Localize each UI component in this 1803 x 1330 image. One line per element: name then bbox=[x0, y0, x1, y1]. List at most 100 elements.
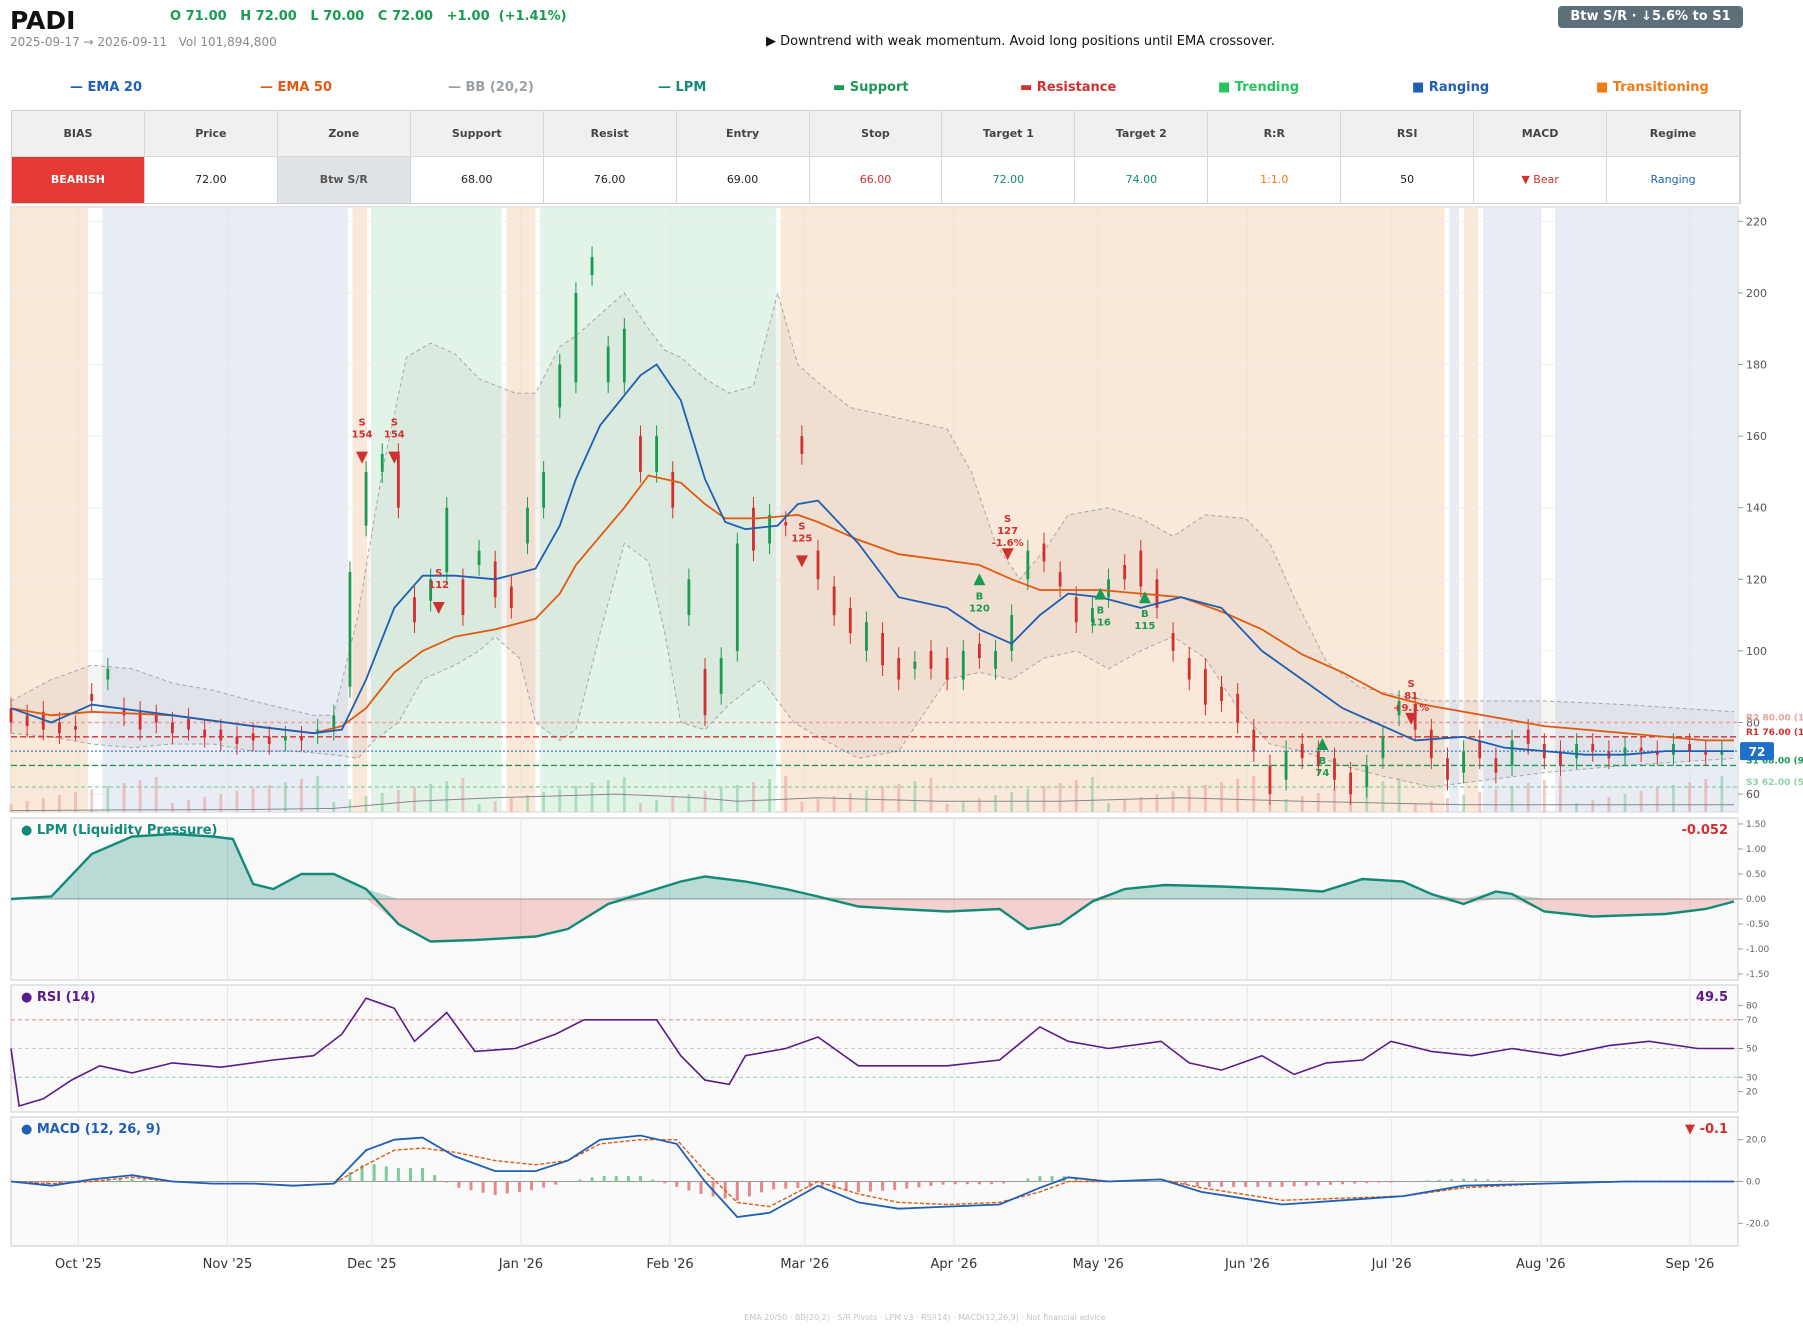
signal-label: S bbox=[1408, 679, 1415, 690]
candle-body bbox=[25, 715, 29, 727]
volume-bar bbox=[1187, 788, 1191, 812]
macd-histogram-bar bbox=[614, 1176, 618, 1182]
candle-body bbox=[477, 550, 481, 565]
x-tick-label: Nov '25 bbox=[203, 1257, 253, 1272]
macd-histogram-bar bbox=[1244, 1181, 1248, 1187]
candle-body bbox=[1026, 550, 1030, 580]
footer-note: EMA 20/50 · BB(20,2) · S/R Pivots · LPM … bbox=[744, 1313, 1106, 1322]
macd-histogram-bar bbox=[699, 1181, 703, 1194]
signal-label: B bbox=[1141, 609, 1149, 620]
candle-body bbox=[913, 661, 917, 669]
volume-bar bbox=[445, 781, 449, 812]
macd-histogram-bar bbox=[784, 1181, 788, 1189]
macd-histogram-bar bbox=[1280, 1181, 1284, 1187]
volume-bar bbox=[1397, 778, 1401, 812]
macd-histogram-bar bbox=[965, 1181, 969, 1185]
volume-bar bbox=[558, 789, 562, 812]
sr-level-label: R2 80.00 (10x) bbox=[1746, 714, 1803, 724]
y-tick-label: 160 bbox=[1746, 430, 1767, 443]
candle-body bbox=[74, 726, 77, 730]
macd-histogram-bar bbox=[372, 1164, 376, 1182]
candle-body bbox=[1268, 765, 1272, 795]
signal-value: 154 bbox=[384, 430, 405, 441]
y-tick-label: 220 bbox=[1746, 215, 1767, 228]
y-tick-label: 70 bbox=[1746, 1016, 1758, 1026]
candle-body bbox=[1510, 740, 1514, 766]
macd-histogram-bar bbox=[1389, 1181, 1393, 1183]
price-chart[interactable]: Oct '25 Nov '25 Dec '25 Jan '26 Feb '26 Mar '… bbox=[0, 0, 1803, 1310]
candle-body bbox=[219, 729, 223, 741]
volume-bar bbox=[1107, 803, 1110, 812]
volume-bar bbox=[606, 780, 610, 812]
volume-bar bbox=[1462, 795, 1466, 812]
signal-label: S bbox=[798, 521, 805, 532]
candle-body bbox=[1236, 693, 1240, 723]
volume-bar bbox=[74, 792, 77, 812]
x-tick-label: Sep '26 bbox=[1666, 1257, 1715, 1272]
macd-histogram-bar bbox=[1377, 1181, 1381, 1183]
candle-body bbox=[90, 693, 94, 702]
volume-bar bbox=[283, 782, 287, 812]
volume-bar bbox=[364, 796, 368, 812]
volume-bar bbox=[1300, 796, 1304, 812]
candle-body bbox=[768, 514, 772, 544]
candle-body bbox=[1381, 736, 1385, 759]
y-tick-label: 120 bbox=[1746, 573, 1767, 586]
macd-histogram-bar bbox=[408, 1167, 412, 1182]
macd-histogram-bar bbox=[457, 1181, 461, 1188]
y-tick-label: 0.0 bbox=[1746, 1178, 1761, 1188]
volume-bar bbox=[1510, 786, 1514, 812]
macd-histogram-bar bbox=[1002, 1181, 1006, 1184]
candle-body bbox=[348, 572, 352, 687]
volume-bar bbox=[332, 802, 336, 812]
x-tick-label: Mar '26 bbox=[780, 1257, 829, 1272]
candle-body bbox=[1107, 579, 1110, 598]
sr-level-label: S3 62.00 (5x) bbox=[1746, 778, 1803, 788]
candle-body bbox=[1284, 751, 1288, 780]
candle-body bbox=[9, 708, 13, 723]
volume-bar bbox=[655, 800, 659, 812]
y-tick-label: 180 bbox=[1746, 359, 1767, 372]
volume-bar bbox=[800, 802, 804, 812]
macd-histogram-bar bbox=[1450, 1179, 1454, 1182]
volume-bar bbox=[1429, 801, 1433, 812]
macd-histogram-bar bbox=[384, 1166, 388, 1182]
panel-current-value: 49.5 bbox=[1696, 990, 1728, 1005]
candle-body bbox=[800, 436, 804, 455]
volume-bar bbox=[703, 791, 707, 812]
volume-bar bbox=[1236, 779, 1240, 812]
macd-histogram-bar bbox=[1425, 1180, 1429, 1182]
candle-body bbox=[1365, 765, 1369, 787]
macd-histogram-bar bbox=[796, 1181, 800, 1189]
volume-bar bbox=[671, 797, 675, 812]
candle-body bbox=[897, 658, 901, 680]
candle-body bbox=[396, 454, 400, 508]
candle-body bbox=[235, 736, 239, 744]
volume-bar bbox=[816, 799, 820, 812]
macd-histogram-bar bbox=[687, 1181, 691, 1191]
x-tick-label: Dec '25 bbox=[347, 1257, 396, 1272]
volume-bar bbox=[735, 785, 739, 812]
volume-bar bbox=[138, 780, 142, 812]
volume-bar bbox=[929, 778, 933, 812]
candle-body bbox=[865, 622, 868, 651]
y-tick-label: 80 bbox=[1746, 1001, 1758, 1011]
y-tick-label: 200 bbox=[1746, 287, 1767, 300]
x-tick-label: Aug '26 bbox=[1516, 1257, 1566, 1272]
macd-histogram-bar bbox=[760, 1181, 764, 1193]
signal-label: S bbox=[391, 418, 398, 429]
candle-body bbox=[784, 522, 788, 526]
volume-bar bbox=[461, 778, 465, 812]
volume-bar bbox=[1446, 798, 1449, 812]
candle-body bbox=[977, 643, 981, 659]
volume-bar bbox=[897, 784, 901, 812]
volume-bar bbox=[41, 798, 45, 812]
macd-histogram-bar bbox=[1437, 1179, 1441, 1182]
candle-body bbox=[703, 668, 707, 716]
volume-bar bbox=[542, 792, 546, 812]
macd-histogram-bar bbox=[1268, 1181, 1272, 1187]
candle-body bbox=[687, 579, 691, 616]
macd-histogram-bar bbox=[578, 1179, 582, 1182]
y-tick-label: 30 bbox=[1746, 1073, 1758, 1083]
candle-body bbox=[1429, 729, 1433, 759]
